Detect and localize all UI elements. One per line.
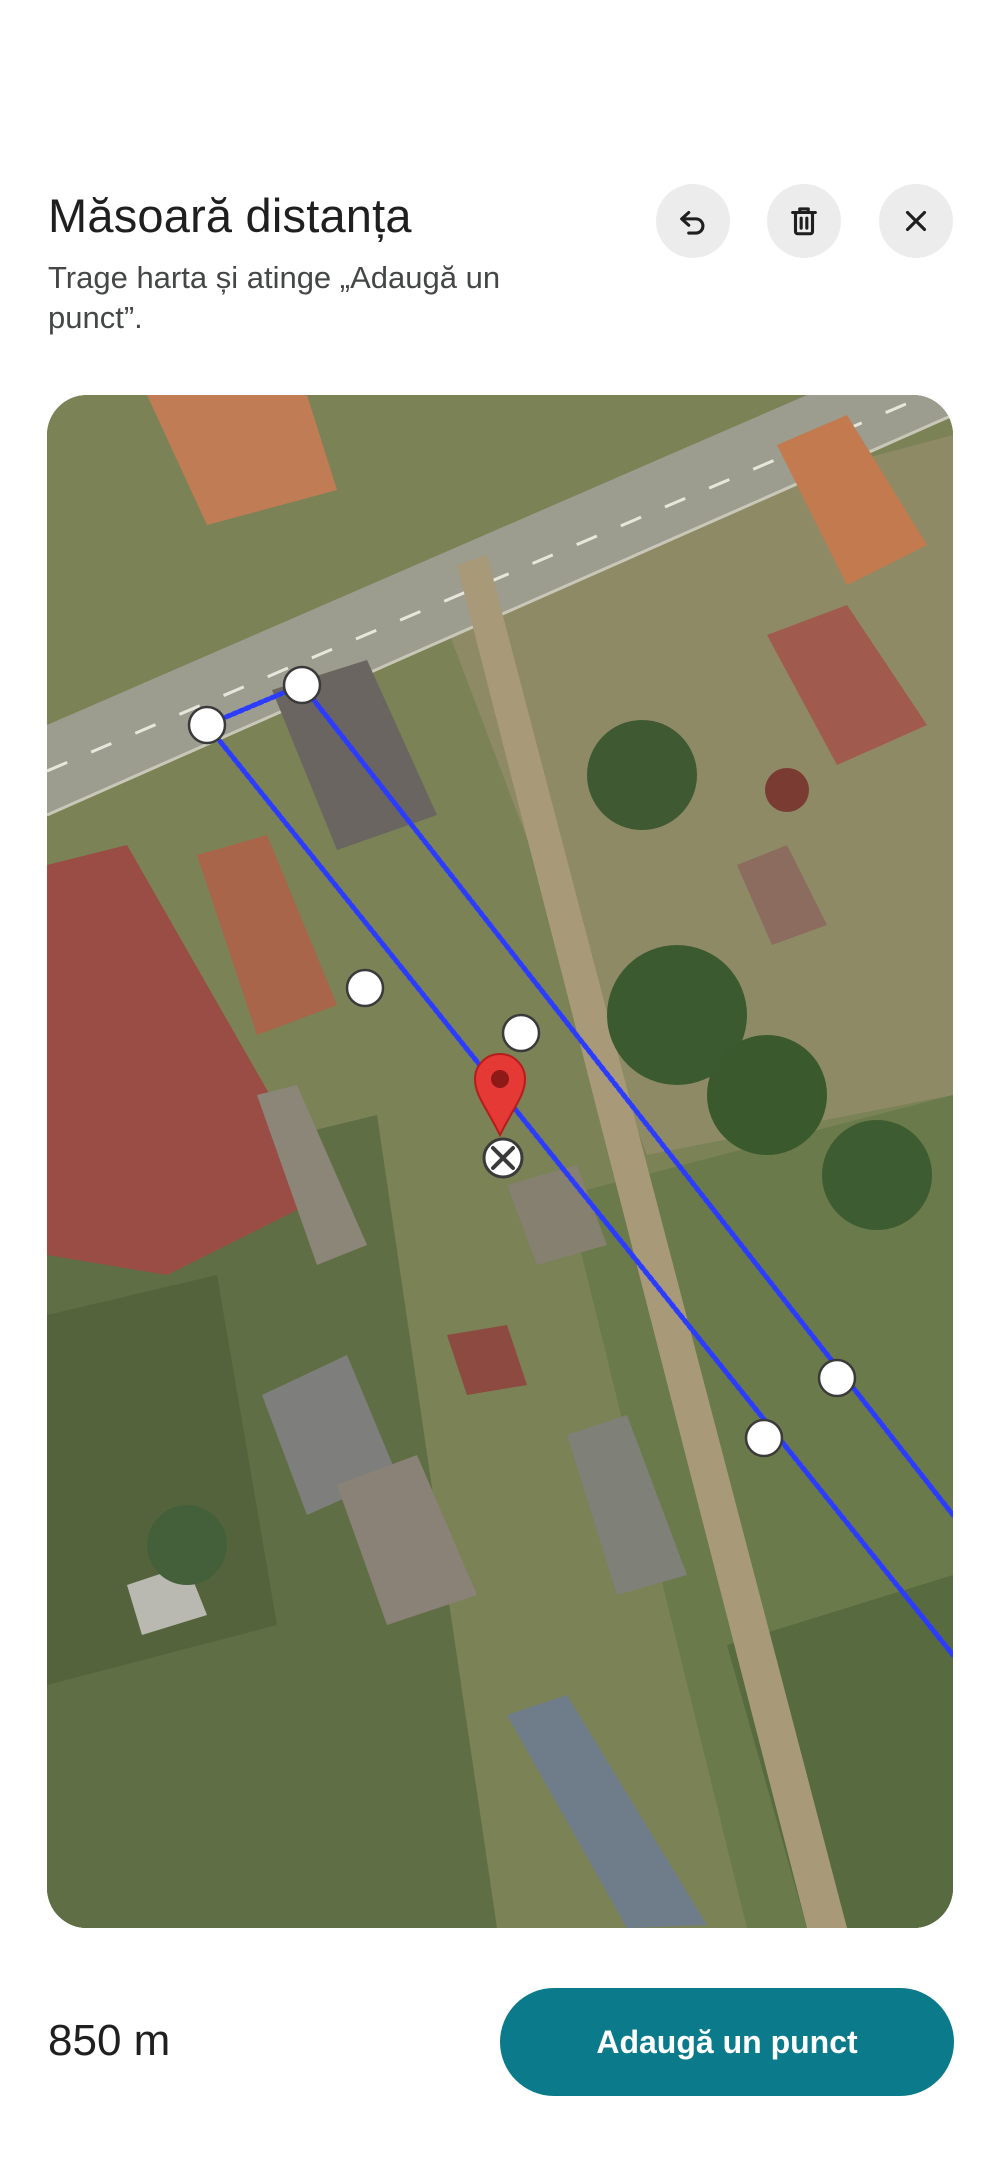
- measure-point[interactable]: [501, 1013, 541, 1053]
- undo-button[interactable]: [656, 184, 730, 258]
- instruction-text: Trage harta și atinge „Adaugă un punct”.: [48, 260, 501, 335]
- undo-icon: [680, 210, 705, 235]
- tree: [822, 1120, 932, 1230]
- satellite-map[interactable]: [47, 395, 953, 1928]
- page-title: Măsoară distanța: [48, 189, 412, 242]
- distance-value: 850 m: [48, 2016, 171, 2065]
- close-icon: [905, 210, 927, 232]
- measure-point[interactable]: [817, 1358, 857, 1398]
- tree: [707, 1035, 827, 1155]
- measure-point[interactable]: [345, 968, 385, 1008]
- tree: [587, 720, 697, 830]
- crosshair-icon: [482, 1137, 524, 1179]
- tree: [147, 1505, 227, 1585]
- trash-icon: [791, 207, 817, 236]
- delete-button[interactable]: [767, 184, 841, 258]
- measure-point[interactable]: [744, 1418, 784, 1458]
- add-point-button[interactable]: Adaugă un punct: [500, 1988, 954, 2096]
- measure-point[interactable]: [187, 705, 227, 745]
- measure-point[interactable]: [282, 665, 322, 705]
- close-button[interactable]: [879, 184, 953, 258]
- tree: [765, 768, 809, 812]
